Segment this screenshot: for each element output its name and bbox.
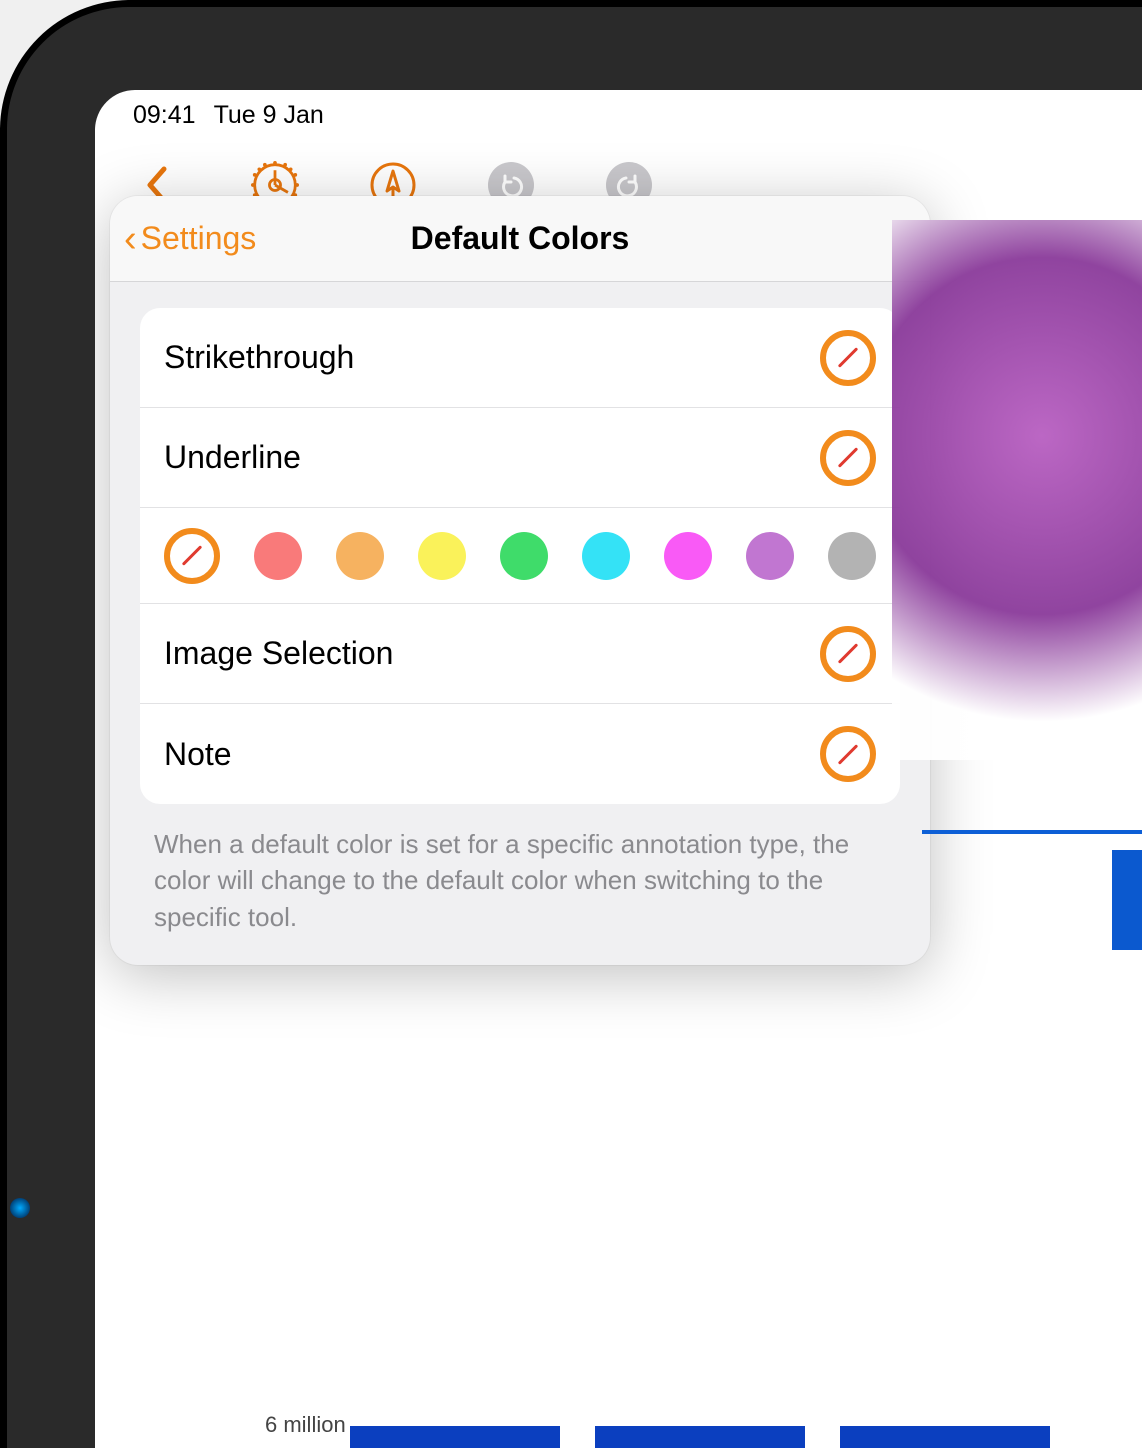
color-swatch-none-icon xyxy=(820,330,876,386)
row-label: Image Selection xyxy=(164,635,393,672)
background-divider xyxy=(922,830,1142,910)
row-strikethrough[interactable]: Strikethrough xyxy=(140,308,900,408)
color-swatch-none-icon xyxy=(820,626,876,682)
default-colors-card: Strikethrough Underline xyxy=(140,308,900,804)
footer-description: When a default color is set for a specif… xyxy=(110,814,930,965)
background-chart-label: 6 million xyxy=(265,1412,346,1438)
popover-back-label: Settings xyxy=(141,220,257,257)
row-image-selection[interactable]: Image Selection xyxy=(140,604,900,704)
background-image xyxy=(892,220,1142,760)
settings-popover: ‹ Settings Default Colors Strikethrough … xyxy=(110,196,930,965)
palette-color-orange[interactable] xyxy=(336,532,384,580)
palette-color-grey[interactable] xyxy=(828,532,876,580)
row-label: Strikethrough xyxy=(164,339,354,376)
status-bar: 09:41 Tue 9 Jan xyxy=(95,90,1142,140)
background-chart-bars xyxy=(350,1426,1050,1448)
row-label: Note xyxy=(164,736,232,773)
chevron-left-icon: ‹ xyxy=(124,220,137,258)
row-label: Underline xyxy=(164,439,301,476)
popover-header: ‹ Settings Default Colors xyxy=(110,196,930,282)
row-underline[interactable]: Underline xyxy=(140,408,900,508)
palette-color-yellow[interactable] xyxy=(418,532,466,580)
color-swatch-none-icon xyxy=(820,430,876,486)
status-date: Tue 9 Jan xyxy=(214,101,324,130)
palette-color-green[interactable] xyxy=(500,532,548,580)
background-accent xyxy=(1112,850,1142,950)
popover-back-button[interactable]: ‹ Settings xyxy=(110,220,256,258)
palette-color-none[interactable] xyxy=(164,528,220,584)
hw-indicator xyxy=(10,1198,30,1218)
palette-color-cyan[interactable] xyxy=(582,532,630,580)
row-note[interactable]: Note xyxy=(140,704,900,804)
device-frame: 09:41 Tue 9 Jan xyxy=(0,0,1142,1448)
palette-color-purple[interactable] xyxy=(746,532,794,580)
status-time: 09:41 xyxy=(133,101,196,130)
palette-color-coral[interactable] xyxy=(254,532,302,580)
color-palette xyxy=(140,508,900,604)
color-swatch-none-icon xyxy=(820,726,876,782)
palette-color-magenta[interactable] xyxy=(664,532,712,580)
screen: 09:41 Tue 9 Jan xyxy=(95,90,1142,1448)
app-toolbar: ‹ Settings Default Colors Strikethrough … xyxy=(95,140,1142,230)
